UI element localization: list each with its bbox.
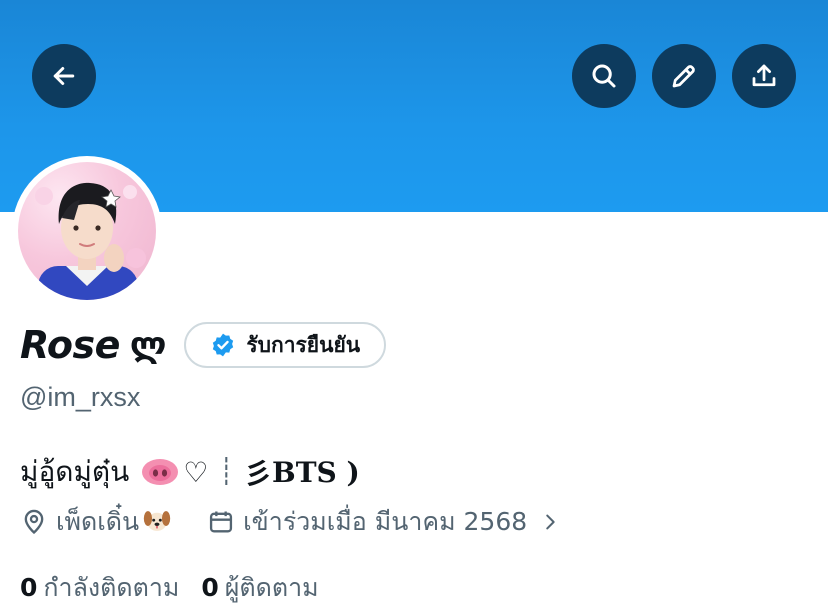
pencil-icon xyxy=(672,65,695,88)
following-count: 0 xyxy=(20,573,38,602)
name-row: Rose ლ รับการยืนยัน xyxy=(20,322,387,368)
back-button[interactable] xyxy=(32,44,96,108)
calendar-icon xyxy=(210,511,233,533)
user-handle: @im_rxsx xyxy=(20,382,141,412)
location-text: เพ็ดเดิ๋น xyxy=(56,507,140,536)
verified-badge-icon xyxy=(213,333,234,357)
name-decoration: ლ xyxy=(129,325,167,365)
location-item: เพ็ดเดิ๋น xyxy=(20,502,177,542)
bio: มู่อู้ดมู่ตุ๋น ♡ ┊ 彡 BTS ) xyxy=(20,450,360,494)
following-link[interactable]: 0 กำลังติดตาม xyxy=(20,568,179,608)
search-button[interactable] xyxy=(572,44,636,108)
pig-nose-emoji xyxy=(141,457,179,487)
followers-link[interactable]: 0 ผู้ติดตาม xyxy=(201,568,318,608)
avatar[interactable] xyxy=(12,156,162,306)
bio-tail-symbol: 彡 xyxy=(244,457,273,490)
location-pin-icon xyxy=(24,509,44,535)
arrow-left-icon xyxy=(53,67,75,85)
following-label: กำลังติดตาม xyxy=(43,573,180,602)
bio-tail-text: BTS ) xyxy=(272,455,360,489)
bio-text: มู่อู้ดมู่ตุ๋น xyxy=(20,455,130,488)
heart-symbol: ♡ xyxy=(183,455,209,489)
dog-emoji xyxy=(143,507,177,537)
separator: ┊ xyxy=(218,457,235,487)
edit-button[interactable] xyxy=(652,44,716,108)
joined-item: เข้าร่วมเมื่อ มีนาคม 2568 xyxy=(207,502,569,542)
get-verified-button[interactable]: รับการยืนยัน xyxy=(184,322,387,368)
joined-text: เข้าร่วมเมื่อ มีนาคม 2568 xyxy=(243,507,528,536)
avatar-image xyxy=(18,162,156,300)
follow-stats: 0 กำลังติดตาม 0 ผู้ติดตาม xyxy=(20,568,319,608)
verify-label: รับการยืนยัน xyxy=(246,332,361,357)
followers-label: ผู้ติดตาม xyxy=(224,573,319,602)
share-icon xyxy=(752,64,776,87)
chevron-right-icon[interactable] xyxy=(539,511,561,533)
search-icon xyxy=(592,64,616,88)
share-button[interactable] xyxy=(732,44,796,108)
profile-meta: เพ็ดเดิ๋น เข้าร่วมเมื่อ มีนาคม 2568 xyxy=(20,502,569,542)
display-name: Rose xyxy=(20,323,120,367)
followers-count: 0 xyxy=(201,573,219,602)
